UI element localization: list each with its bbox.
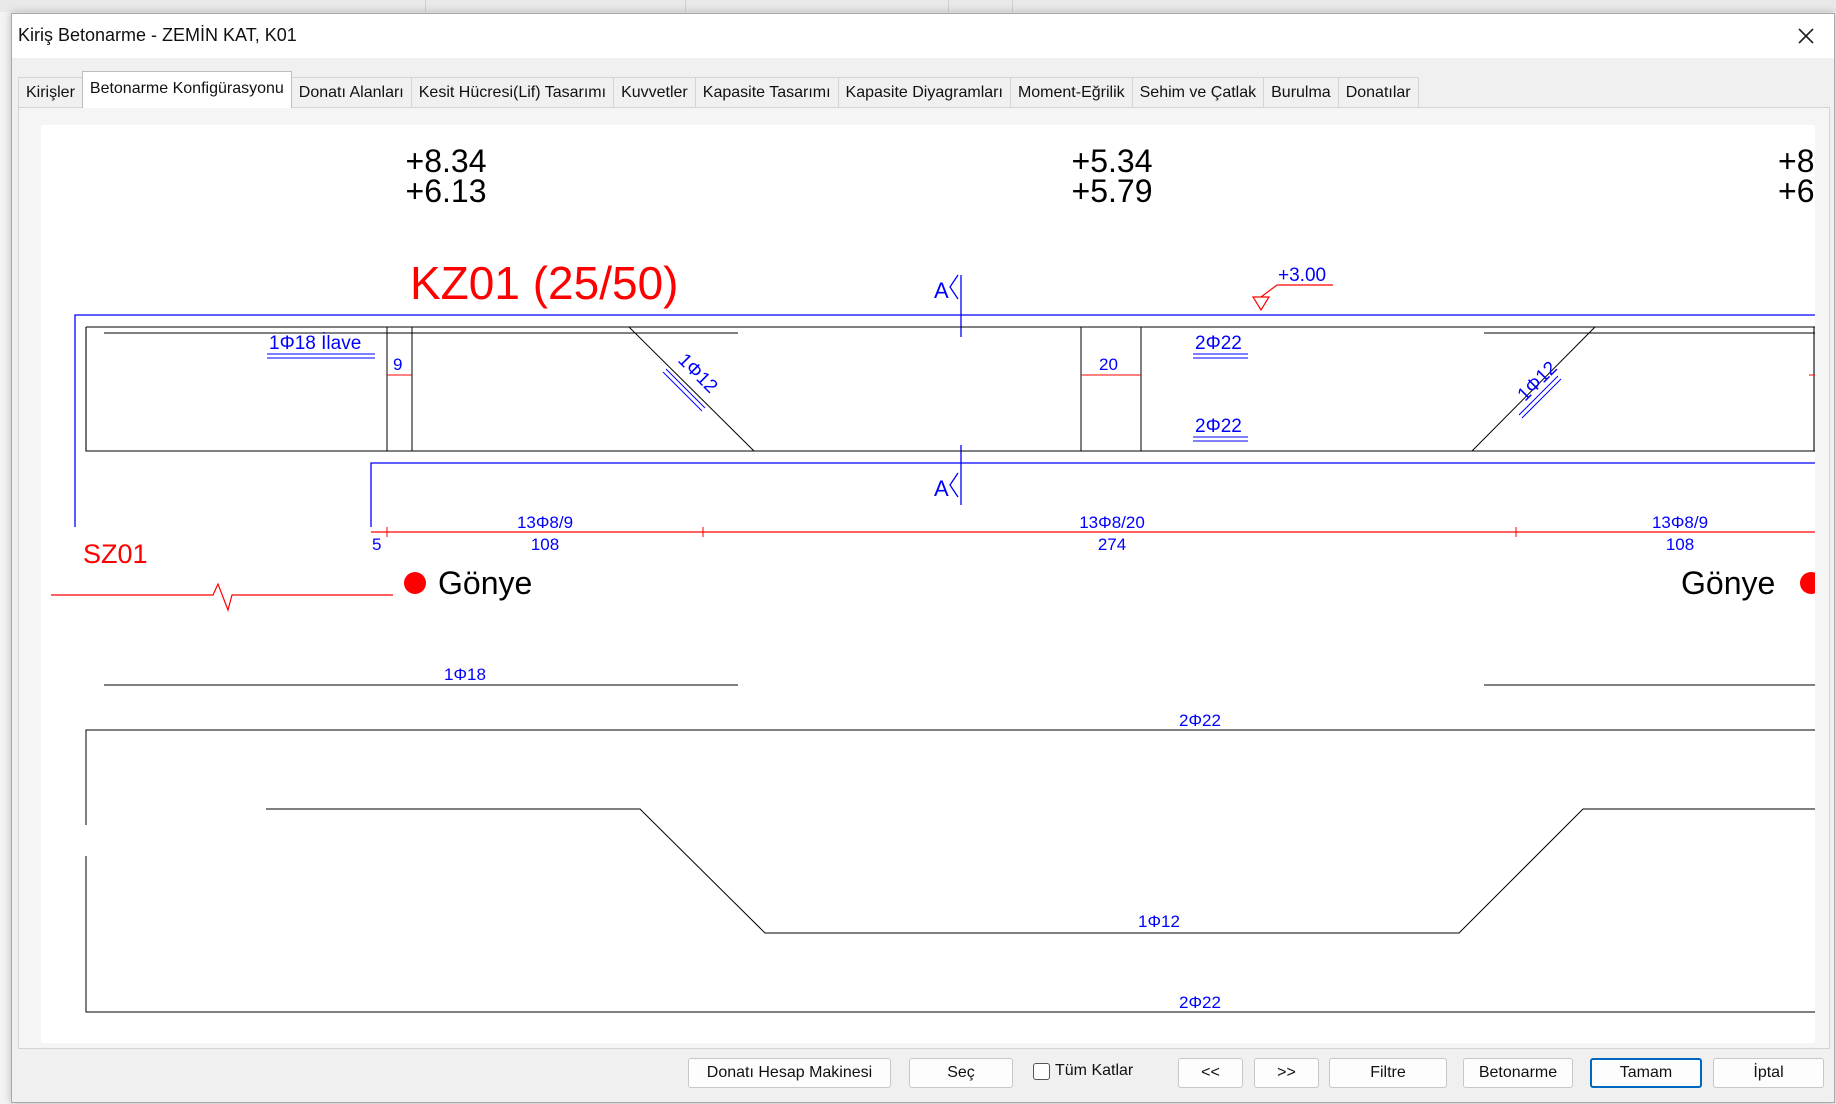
section-arrow-bottom [949, 472, 959, 498]
top-bar-label: 2Φ22 [1195, 333, 1242, 354]
all-floors-checkbox[interactable]: Tüm Katlar [1033, 1062, 1133, 1080]
background-divider [1012, 0, 1013, 12]
filter-button[interactable]: Filtre [1329, 1058, 1447, 1088]
reinforcement-drawing-canvas[interactable]: +8.34 +6.13 +5.34 +5.79 +8.34 +6.13 KZ01… [41, 125, 1815, 1043]
tab-moment-egrilik[interactable]: Moment-Eğrilik [1009, 77, 1133, 108]
moment-left-bottom: +6.13 [406, 173, 487, 209]
hook-label-left: Gönye [438, 565, 532, 601]
select-button[interactable]: Seç [909, 1058, 1013, 1088]
column-break-line [51, 582, 393, 612]
hook-marker-right [1800, 572, 1815, 594]
calculator-button[interactable]: Donatı Hesap Makinesi [688, 1058, 891, 1088]
detail-extra-bar-label: 1Φ18 [444, 665, 486, 684]
detail-bottom-bar-label: 2Φ22 [1179, 993, 1221, 1012]
background-divider [685, 0, 686, 12]
next-button[interactable]: >> [1254, 1058, 1319, 1088]
stirrup-left-spec: 13Φ8/9 [517, 513, 573, 532]
tab-kapasite-diyagramlari[interactable]: Kapasite Diyagramları [837, 77, 1011, 108]
moment-right-bottom: +6.13 [1778, 173, 1815, 209]
dimension-left-label: 9 [393, 355, 402, 374]
detail-bent-bar-line [266, 808, 1815, 934]
bent-bar-right-label: 1Φ12 [1514, 358, 1562, 406]
tab-kuvvetler[interactable]: Kuvvetler [613, 77, 696, 108]
detail-bent-bar-label: 1Φ12 [1138, 912, 1180, 931]
beam-rc-dialog: Kiriş Betonarme - ZEMİN KAT, K01 Kirişle… [11, 13, 1835, 1103]
elevation-label: +3.00 [1278, 265, 1326, 286]
stirrup-right-length: 108 [1666, 535, 1694, 554]
stirrup-right-spec: 13Φ8/9 [1652, 513, 1708, 532]
tab-donati-alanlari[interactable]: Donatı Alanları [290, 77, 412, 108]
tab-sehim-ve-catlak[interactable]: Sehim ve Çatlak [1131, 77, 1265, 108]
beam-label: KZ01 (25/50) [410, 257, 678, 309]
stirrup-mid-length: 274 [1098, 535, 1126, 554]
bottom-bar-label: 2Φ22 [1195, 416, 1242, 437]
all-floors-label: Tüm Katlar [1055, 1062, 1134, 1079]
detail-top-bar-line [85, 729, 1815, 825]
window-title: Kiriş Betonarme - ZEMİN KAT, K01 [18, 25, 297, 45]
close-icon [1798, 28, 1814, 44]
column-label: SZ01 [83, 539, 148, 569]
bent-bar-left-diagonal [628, 326, 755, 452]
detail-bottom-bar-line [85, 856, 1815, 1013]
rc-button[interactable]: Betonarme [1463, 1058, 1573, 1088]
stirrup-mid-spec: 13Φ8/20 [1079, 513, 1145, 532]
cancel-button[interactable]: İptal [1713, 1058, 1824, 1088]
tab-betonarme-konfigurasyonu[interactable]: Betonarme Konfigürasyonu [81, 71, 292, 108]
close-button[interactable] [1778, 14, 1834, 58]
background-divider [425, 0, 426, 12]
previous-button[interactable]: << [1178, 1058, 1243, 1088]
tab-kapasite-tasarimi[interactable]: Kapasite Tasarımı [694, 77, 839, 108]
detail-top-bar-label: 2Φ22 [1179, 711, 1221, 730]
background-divider [948, 0, 949, 12]
bent-bar-left-label: 1Φ12 [673, 350, 721, 398]
ok-button[interactable]: Tamam [1590, 1058, 1702, 1088]
title-bar: Kiriş Betonarme - ZEMİN KAT, K01 [12, 14, 1834, 58]
elevation-triangle-icon [1251, 296, 1271, 312]
section-mark-bottom: A [934, 476, 949, 501]
checkbox-box[interactable] [1033, 1062, 1050, 1080]
background-toolbar [0, 0, 1836, 12]
hook-marker-left [404, 572, 426, 594]
tab-burulma[interactable]: Burulma [1263, 77, 1339, 108]
offset-label: 5 [372, 535, 381, 554]
extra-top-bar-label: 1Φ18 İlave [269, 333, 361, 354]
section-arrow-top [949, 274, 959, 300]
tab-strip: Kirişler Betonarme Konfigürasyonu Donatı… [18, 68, 1419, 108]
section-mark-top: A [934, 278, 949, 303]
hook-label-right: Gönye [1681, 565, 1775, 601]
tab-kirisler[interactable]: Kirişler [18, 77, 83, 108]
dimension-mid-label: 20 [1099, 355, 1118, 374]
moment-mid-bottom: +5.79 [1072, 173, 1153, 209]
stirrup-left-length: 108 [531, 535, 559, 554]
tab-kesit-hucresi[interactable]: Kesit Hücresi(Lif) Tasarımı [410, 77, 615, 108]
beam-drawing: +8.34 +6.13 +5.34 +5.79 +8.34 +6.13 KZ01… [51, 143, 1815, 1013]
tab-donatilar[interactable]: Donatılar [1337, 77, 1419, 108]
elevation-leader [1260, 284, 1278, 298]
